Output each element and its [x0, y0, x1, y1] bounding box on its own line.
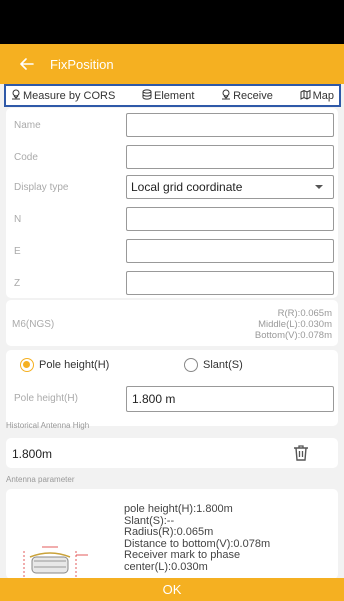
- code-label: Code: [14, 151, 38, 163]
- page-title: FixPosition: [50, 56, 114, 72]
- n-input[interactable]: [126, 207, 334, 231]
- tab-measure-by-cors[interactable]: Measure by CORS: [11, 89, 115, 103]
- tab-map[interactable]: Map: [300, 89, 334, 103]
- height-card: Pole height(H) Slant(S) Pole height(H) 1…: [6, 350, 338, 426]
- e-label: E: [14, 245, 21, 257]
- pole-height-option-label: Pole height(H): [39, 359, 110, 371]
- chevron-down-icon: [315, 185, 323, 189]
- slant-option-label: Slant(S): [203, 359, 243, 371]
- antenna-bottom: Bottom(V):0.078m: [254, 330, 332, 341]
- antenna-parameter-card: pole height(H):1.800m Slant(S):-- Radius…: [6, 489, 338, 579]
- tab-label: Map: [312, 89, 334, 102]
- display-type-row: Display type Local grid coordinate: [6, 174, 338, 200]
- pole-height-radio[interactable]: Pole height(H): [20, 358, 109, 372]
- point-form: Name Code Display type Local grid coordi…: [6, 108, 338, 298]
- tab-element[interactable]: Element: [142, 88, 195, 103]
- antenna-model-values: R(R):0.065m Middle(L):0.030m Bottom(V):0…: [255, 308, 332, 341]
- historical-antenna-value: 1.800m: [12, 447, 53, 461]
- antenna-parameter-label: Antenna parameter: [6, 475, 75, 484]
- historical-antenna-label: Historical Antenna High: [6, 421, 90, 430]
- height-mode-group: Pole height(H) Slant(S): [6, 354, 338, 380]
- pole-height-row: Pole height(H) 1.800 m: [6, 386, 338, 412]
- e-input[interactable]: [126, 239, 334, 263]
- map-icon: [300, 89, 311, 103]
- display-type-select[interactable]: Local grid coordinate: [126, 175, 334, 199]
- param-receiver-mark: Receiver mark to phase: [124, 549, 241, 561]
- ok-button[interactable]: OK: [0, 578, 344, 601]
- antenna-radius: R(R):0.065m: [277, 308, 332, 319]
- antenna-model-name: M6(NGS): [12, 319, 55, 330]
- radio-unselected-icon: [184, 358, 198, 372]
- radio-selected-icon: [20, 358, 34, 372]
- antenna-diagram: [20, 537, 104, 579]
- z-label: Z: [14, 277, 21, 289]
- code-input[interactable]: [126, 145, 334, 169]
- name-input[interactable]: [126, 113, 334, 137]
- display-type-label: Display type: [14, 181, 69, 193]
- antenna-model-card[interactable]: M6(NGS) R(R):0.065m Middle(L):0.030m Bot…: [6, 300, 338, 346]
- location-pin-icon: [11, 89, 21, 103]
- n-row: N: [6, 206, 338, 232]
- tab-label: Element: [154, 89, 195, 102]
- n-label: N: [14, 213, 22, 225]
- z-row: Z: [6, 270, 338, 296]
- database-icon: [142, 88, 152, 103]
- tab-bar: Measure by CORS Element Receive Map: [4, 84, 341, 107]
- z-input[interactable]: [126, 271, 334, 295]
- code-row: Code: [6, 144, 338, 170]
- antenna-parameter-text: pole height(H):1.800m Slant(S):-- Radius…: [124, 503, 270, 573]
- tab-receive[interactable]: Receive: [221, 89, 273, 103]
- app-bar: FixPosition: [0, 44, 344, 84]
- param-radius: Radius(R):0.065m: [124, 526, 214, 538]
- trash-icon[interactable]: [292, 444, 310, 462]
- name-label: Name: [14, 119, 41, 131]
- param-pole-height: pole height(H):1.800m: [124, 503, 233, 515]
- arrow-left-icon: [20, 58, 34, 70]
- historical-antenna-item[interactable]: 1.800m: [6, 438, 338, 468]
- antenna-middle: Middle(L):0.030m: [258, 319, 332, 330]
- location-pin-icon: [221, 89, 231, 103]
- tab-label: Measure by CORS: [23, 89, 116, 102]
- pole-height-input[interactable]: 1.800 m: [126, 386, 334, 412]
- e-row: E: [6, 238, 338, 264]
- slant-radio[interactable]: Slant(S): [184, 358, 243, 372]
- tab-label: Receive: [233, 89, 273, 102]
- pole-height-label: Pole height(H): [14, 393, 78, 404]
- back-button[interactable]: [10, 44, 44, 84]
- status-bar: [0, 0, 344, 44]
- param-phase-center: center(L):0.030m: [124, 560, 208, 573]
- ok-label: OK: [162, 582, 182, 597]
- name-row: Name: [6, 112, 338, 138]
- display-type-value: Local grid coordinate: [131, 180, 243, 194]
